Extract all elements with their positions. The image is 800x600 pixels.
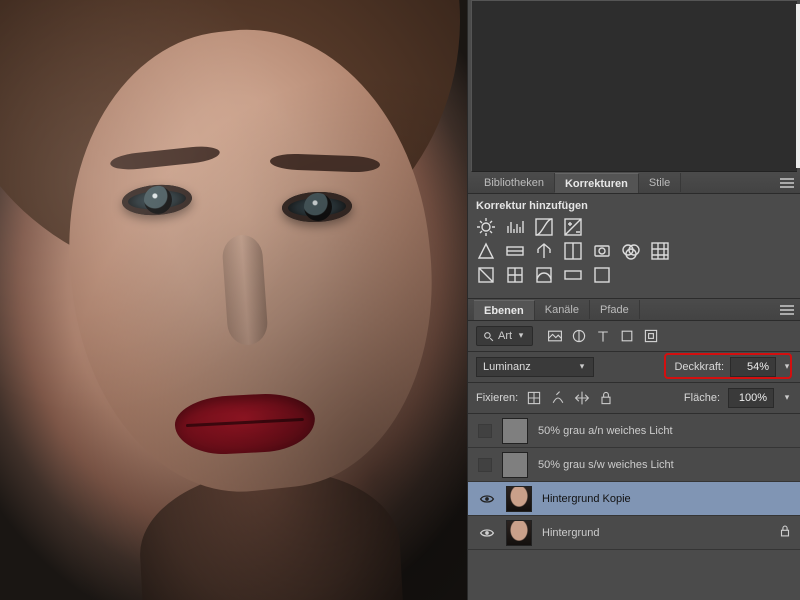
visibility-off-box[interactable]	[478, 458, 492, 472]
adjustments-tabbar: Bibliotheken Korrekturen Stile	[468, 172, 800, 194]
layer-filter-label: Art	[498, 330, 512, 342]
color-balance-icon[interactable]	[534, 242, 554, 260]
lock-label: Fixieren:	[476, 392, 518, 404]
opacity-value: 54%	[747, 361, 769, 373]
fill-value: 100%	[739, 392, 767, 404]
layers-tabbar: Ebenen Kanäle Pfade	[468, 299, 800, 321]
portrait-shading	[0, 0, 468, 600]
threshold-icon[interactable]	[534, 266, 554, 284]
bw-icon[interactable]	[563, 242, 583, 260]
curves-icon[interactable]	[534, 218, 554, 236]
lock-fill-row: Fixieren: Fläche: 100%	[468, 383, 800, 414]
layer-name[interactable]: Hintergrund	[542, 527, 768, 539]
blend-opacity-row: Luminanz Deckkraft: 54%	[468, 352, 800, 383]
layers-list: 50% grau a/n weiches Licht 50% grau s/w w…	[468, 414, 800, 550]
adjustments-icon-row-3	[476, 266, 792, 284]
layer-row[interactable]: Hintergrund Kopie	[468, 482, 800, 516]
layer-thumbnail[interactable]	[502, 452, 528, 478]
layer-thumbnail[interactable]	[506, 520, 532, 546]
fill-flyout-icon[interactable]	[782, 392, 792, 404]
chevron-down-icon	[577, 361, 587, 373]
levels-icon[interactable]	[505, 218, 525, 236]
opacity-label: Deckkraft:	[674, 361, 724, 373]
fill-label: Fläche:	[684, 392, 720, 404]
layer-name[interactable]: 50% grau s/w weiches Licht	[538, 459, 792, 471]
layer-filter-icons	[547, 328, 659, 344]
adjustments-panel-body: Korrektur hinzufügen	[468, 194, 800, 299]
visibility-eye-icon[interactable]	[478, 490, 496, 508]
layer-filter-dropdown[interactable]: Art	[476, 326, 533, 346]
colorlookup-icon[interactable]	[650, 242, 670, 260]
lock-transparent-icon[interactable]	[526, 390, 542, 406]
layer-name[interactable]: Hintergrund Kopie	[542, 493, 792, 505]
channel-mixer-icon[interactable]	[621, 242, 641, 260]
tab-styles[interactable]: Stile	[639, 173, 681, 192]
brightness-contrast-icon[interactable]	[476, 218, 496, 236]
layer-thumbnail[interactable]	[506, 486, 532, 512]
tab-adjustments[interactable]: Korrekturen	[555, 173, 639, 193]
opacity-value-box[interactable]: 54%	[730, 357, 776, 377]
image-filter-icon[interactable]	[547, 328, 563, 344]
type-filter-icon[interactable]	[595, 328, 611, 344]
tab-layers[interactable]: Ebenen	[474, 300, 535, 320]
navigator-scrollbar[interactable]	[796, 4, 800, 168]
layer-thumbnail[interactable]	[502, 418, 528, 444]
fill-value-box[interactable]: 100%	[728, 388, 774, 408]
tab-channels[interactable]: Kanäle	[535, 300, 590, 319]
layer-row[interactable]: Hintergrund	[468, 516, 800, 550]
adjustments-title: Korrektur hinzufügen	[476, 200, 792, 212]
hue-saturation-icon[interactable]	[505, 242, 525, 260]
invert-icon[interactable]	[476, 266, 496, 284]
panel-flyout-menu[interactable]	[780, 304, 794, 316]
lock-position-icon[interactable]	[574, 390, 590, 406]
tab-paths[interactable]: Pfade	[590, 300, 640, 319]
visibility-eye-icon[interactable]	[478, 524, 496, 542]
posterize-icon[interactable]	[505, 266, 525, 284]
tab-libraries[interactable]: Bibliotheken	[474, 173, 555, 192]
layer-row[interactable]: 50% grau a/n weiches Licht	[468, 414, 800, 448]
panel-flyout-menu[interactable]	[780, 177, 794, 189]
shape-filter-icon[interactable]	[619, 328, 635, 344]
lock-icon[interactable]	[778, 524, 792, 541]
opacity-flyout-icon[interactable]	[782, 361, 792, 373]
photo-filter-icon[interactable]	[592, 242, 612, 260]
blend-mode-value: Luminanz	[483, 361, 531, 373]
blend-mode-dropdown[interactable]: Luminanz	[476, 357, 594, 377]
right-panels: Bibliotheken Korrekturen Stile Korrektur…	[468, 0, 800, 600]
layer-name[interactable]: 50% grau a/n weiches Licht	[538, 425, 792, 437]
lock-all-icon[interactable]	[598, 390, 614, 406]
gradient-map-icon[interactable]	[563, 266, 583, 284]
vibrance-icon[interactable]	[476, 242, 496, 260]
lock-paint-icon[interactable]	[550, 390, 566, 406]
selective-color-icon[interactable]	[592, 266, 612, 284]
navigator-panel-dark	[471, 0, 797, 172]
layer-row[interactable]: 50% grau s/w weiches Licht	[468, 448, 800, 482]
adjustments-icon-row-1	[476, 218, 792, 236]
exposure-icon[interactable]	[563, 218, 583, 236]
chevron-down-icon	[516, 330, 526, 342]
visibility-off-box[interactable]	[478, 424, 492, 438]
adjustment-filter-icon[interactable]	[571, 328, 587, 344]
smartobject-filter-icon[interactable]	[643, 328, 659, 344]
canvas-viewport[interactable]	[0, 0, 468, 600]
adjustments-icon-row-2	[476, 242, 792, 260]
layers-filter-row: Art	[468, 321, 800, 352]
